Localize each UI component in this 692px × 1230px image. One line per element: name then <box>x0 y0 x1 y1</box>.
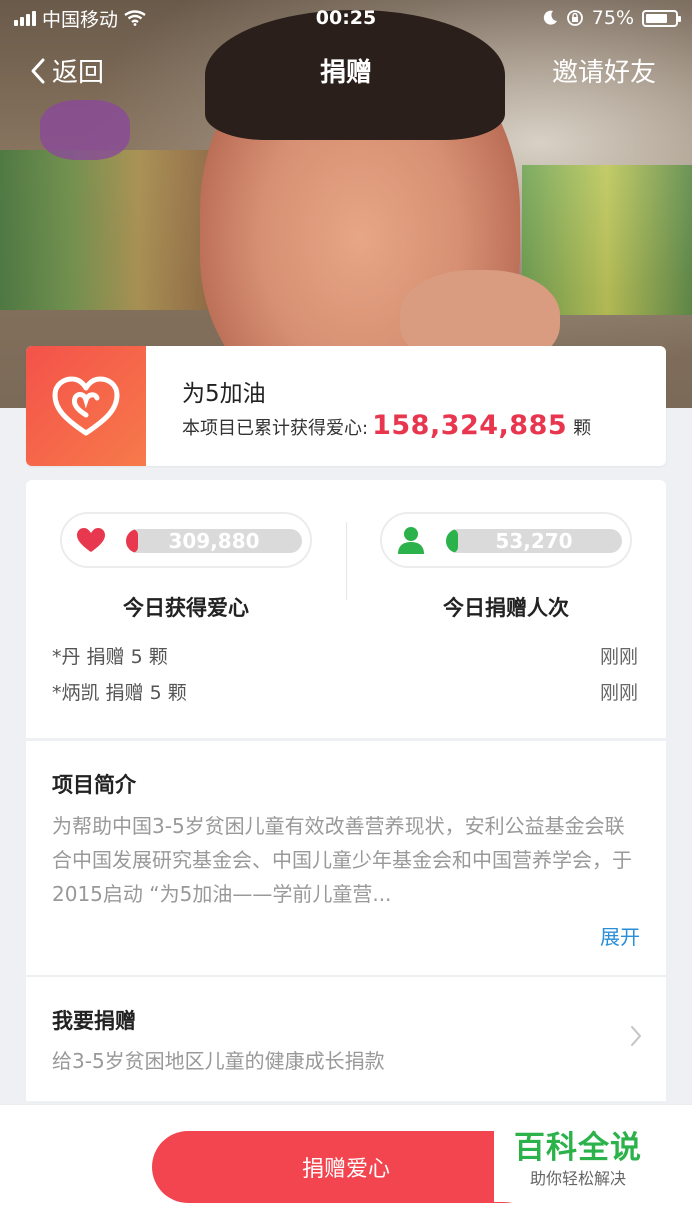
watermark-logo: 百科全说 助你轻松解决 <box>494 1128 662 1202</box>
hero-purple-object <box>40 100 130 160</box>
donors-progress-bar: 53,270 <box>446 529 622 553</box>
hearts-today-label: 今日获得爱心 <box>123 596 249 620</box>
project-total-unit: 颗 <box>573 418 592 439</box>
donors-today-label: 今日捐赠人次 <box>443 596 569 620</box>
recent-donation-text: *丹 捐赠 5 颗 <box>52 646 168 668</box>
project-total-prefix: 本项目已累计获得爱心: <box>182 418 369 439</box>
hearts-stat-pill: 309,880 <box>60 512 312 568</box>
chevron-right-icon <box>631 1026 641 1046</box>
battery-icon <box>642 9 681 27</box>
recent-donation-text: *炳凯 捐赠 5 颗 <box>52 682 187 704</box>
hearts-progress-bar: 309,880 <box>126 529 302 553</box>
nav-bar: 返回 捐赠 邀请好友 <box>0 44 692 98</box>
project-intro-section: 项目简介 为帮助中国3-5岁贫困儿童有效改善营养现状，安利公益基金会联合中国发展… <box>26 741 666 975</box>
recent-donation-time: 刚刚 <box>599 646 638 668</box>
invite-friends-button[interactable]: 邀请好友 <box>552 52 656 89</box>
donate-heading: 我要捐赠 <box>52 1009 136 1033</box>
watermark-subtitle: 助你轻松解决 <box>529 1169 626 1188</box>
wifi-icon <box>124 10 146 26</box>
daily-stats-card: 309,880 今日获得爱心 53,270 今日捐赠人次 *丹 捐赠 5 颗 刚… <box>26 480 666 738</box>
hearts-today-value: 309,880 <box>168 529 260 553</box>
signal-icon <box>14 10 36 26</box>
donate-love-button[interactable]: 捐赠爱心 <box>152 1131 540 1203</box>
donate-subtitle: 给3-5岁贫困地区儿童的健康成长捐款 <box>52 1049 385 1073</box>
watermark-title: 百科全说 <box>514 1130 642 1166</box>
rotation-lock-icon <box>566 10 583 26</box>
status-left: 中国移动 <box>14 5 146 32</box>
project-total-value: 158,324,885 <box>372 410 568 441</box>
project-name: 为5加油 <box>182 381 266 407</box>
person-icon <box>396 525 426 555</box>
battery-level <box>646 13 667 23</box>
donors-stat-pill: 53,270 <box>380 512 632 568</box>
recent-donation-time: 刚刚 <box>599 682 638 704</box>
expand-button[interactable]: 展开 <box>600 921 640 950</box>
moon-icon <box>543 10 557 25</box>
donate-row[interactable]: 我要捐赠 给3-5岁贫困地区儿童的健康成长捐款 <box>26 977 666 1101</box>
heart-logo-icon <box>52 376 120 436</box>
project-card: 为5加油 本项目已累计获得爱心: 158,324,885 颗 <box>26 346 666 466</box>
project-logo <box>26 346 146 466</box>
intro-body: 为帮助中国3-5岁贫困儿童有效改善营养现状，安利公益基金会联合中国发展研究基金会… <box>52 814 632 906</box>
project-total: 本项目已累计获得爱心: 158,324,885 颗 <box>182 410 591 441</box>
status-bar: 中国移动 00:25 75% <box>0 0 692 36</box>
battery-percent: 75% <box>591 7 634 29</box>
stats-divider <box>346 522 347 600</box>
hero-bookshelf-left <box>0 150 230 310</box>
intro-heading: 项目简介 <box>52 773 136 797</box>
carrier-label: 中国移动 <box>42 8 119 31</box>
donors-today-value: 53,270 <box>495 529 573 553</box>
status-right: 75% <box>542 7 681 29</box>
heart-icon <box>76 525 106 555</box>
